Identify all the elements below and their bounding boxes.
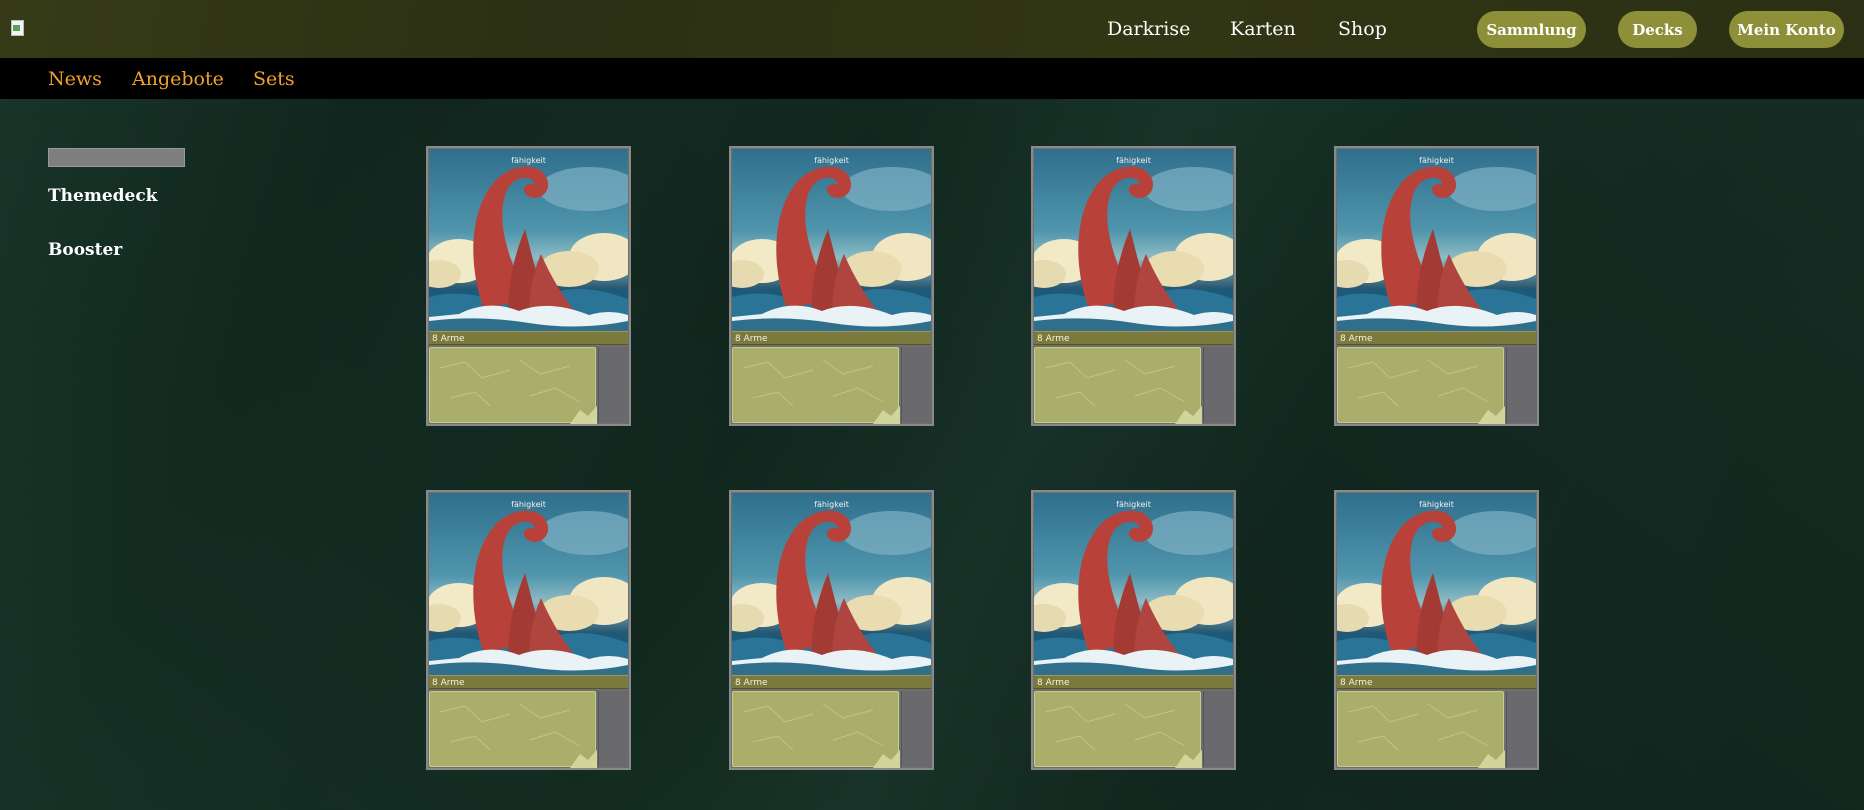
card-stat-panel [1203,347,1234,423]
card-text-box [429,691,597,768]
card-ability-label: fähigkeit [1116,500,1151,509]
card[interactable]: fähigkeit 8 Arme [426,146,631,426]
card-name: 8 Arme [732,675,931,689]
subnav-angebote[interactable]: Angebote [132,68,224,90]
card-artwork-octopus-tentacle: fähigkeit [732,149,931,331]
top-navigation-bar: Darkrise Karten Shop Sammlung Decks Mein… [0,0,1864,58]
sub-navigation-bar: News Angebote Sets [0,58,1864,99]
sammlung-button[interactable]: Sammlung [1477,11,1586,48]
card-artwork-octopus-tentacle: fähigkeit [1337,149,1536,331]
card-ability-label: fähigkeit [1419,156,1454,165]
card[interactable]: fähigkeit 8 Arme [729,490,934,770]
card-stat-panel [901,691,932,767]
broken-logo-icon[interactable] [9,20,25,36]
card-ability-label: fähigkeit [1419,500,1454,509]
card[interactable]: fähigkeit 8 Arme [426,490,631,770]
card-name: 8 Arme [1337,675,1536,689]
card-text-box [732,691,900,768]
card-name: 8 Arme [1337,331,1536,345]
nav-link-darkrise[interactable]: Darkrise [1107,18,1190,40]
card-text-box [732,347,900,424]
card-text-box [1034,347,1202,424]
card[interactable]: fähigkeit 8 Arme [1334,490,1539,770]
card-artwork-octopus-tentacle: fähigkeit [1337,493,1536,675]
card[interactable]: fähigkeit 8 Arme [729,146,934,426]
card-artwork-octopus-tentacle: fähigkeit [1034,493,1233,675]
card-ability-label: fähigkeit [511,156,546,165]
card-name: 8 Arme [1034,331,1233,345]
subnav-news[interactable]: News [48,68,102,90]
card-name: 8 Arme [1034,675,1233,689]
card-stat-panel [901,347,932,423]
card-stat-panel [598,691,629,767]
card-artwork-octopus-tentacle: fähigkeit [732,493,931,675]
card-ability-label: fähigkeit [511,500,546,509]
card-text-box [1337,347,1505,424]
card-stat-panel [1506,347,1537,423]
card-artwork-octopus-tentacle: fähigkeit [1034,149,1233,331]
mein-konto-button[interactable]: Mein Konto [1729,11,1844,48]
card[interactable]: fähigkeit 8 Arme [1334,146,1539,426]
card-stat-panel [1506,691,1537,767]
nav-link-karten[interactable]: Karten [1230,18,1296,40]
card-text-box [429,347,597,424]
card-ability-label: fähigkeit [1116,156,1151,165]
sidebar-item-booster[interactable]: Booster [48,240,122,260]
card-artwork-octopus-tentacle: fähigkeit [429,149,628,331]
card-text-box [1337,691,1505,768]
card-ability-label: fähigkeit [814,500,849,509]
card-name: 8 Arme [429,675,628,689]
decks-button[interactable]: Decks [1618,11,1697,48]
card-stat-panel [598,347,629,423]
card[interactable]: fähigkeit 8 Arme [1031,490,1236,770]
sidebar-item-themedeck[interactable]: Themedeck [48,186,157,206]
card-text-box [1034,691,1202,768]
card[interactable]: fähigkeit 8 Arme [1031,146,1236,426]
card-ability-label: fähigkeit [814,156,849,165]
card-artwork-octopus-tentacle: fähigkeit [429,493,628,675]
subnav-sets[interactable]: Sets [253,68,295,90]
nav-link-shop[interactable]: Shop [1338,18,1387,40]
sidebar-search-input[interactable] [48,148,185,167]
card-stat-panel [1203,691,1234,767]
card-name: 8 Arme [429,331,628,345]
card-name: 8 Arme [732,331,931,345]
